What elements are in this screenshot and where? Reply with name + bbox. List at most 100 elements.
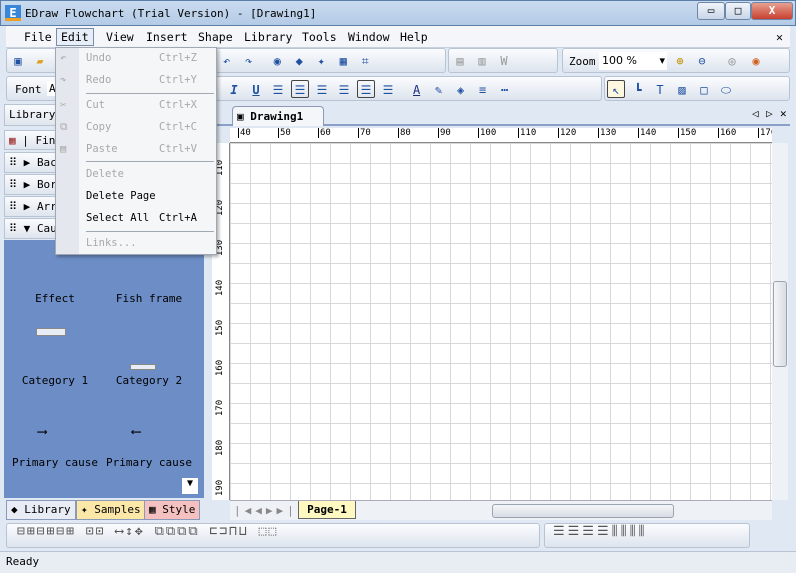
menu-separator <box>86 161 214 162</box>
align-right-icon[interactable]: ☰ <box>313 81 331 99</box>
menu-view[interactable]: View <box>102 30 138 44</box>
cut-icon: ✂ <box>60 99 67 111</box>
document-tabbar: ▣ Drawing1 ◁ ▷ ✕ <box>210 104 790 126</box>
vertical-scroll-thumb[interactable] <box>773 281 787 367</box>
open-icon[interactable]: ▰ <box>31 52 49 70</box>
new-icon[interactable]: ▣ <box>9 52 27 70</box>
shape-category-2[interactable]: Category 2 <box>104 374 194 387</box>
tab-library[interactable]: ◆ Library <box>6 500 76 520</box>
samples-icon[interactable]: ✦ <box>312 52 330 70</box>
font-label: Font <box>15 83 42 96</box>
h-ruler-label: 150 <box>678 128 697 138</box>
zoom-page-icon[interactable]: ◉ <box>747 52 765 70</box>
paste-icon: ▤ <box>60 143 67 155</box>
arrow-right-shape-icon: ⟶ <box>38 424 47 440</box>
rectangle-icon[interactable]: □ <box>695 81 713 99</box>
horizontal-ruler: 40 50 60 70 80 90 100 110 120 130 140 150 160 170 <box>230 128 772 143</box>
tab-style[interactable]: ▦ Style <box>144 500 201 520</box>
shortcut-cut: Ctrl+X <box>159 99 197 111</box>
shape-effect[interactable]: Effect <box>10 292 100 305</box>
undo-icon[interactable]: ↶ <box>218 52 236 70</box>
tab-drawing1[interactable]: ▣ Drawing1 <box>232 106 324 126</box>
h-ruler-label: 40 <box>238 128 251 138</box>
zoom-out-icon[interactable]: ⊖ <box>693 52 711 70</box>
menu-shape[interactable]: Shape <box>194 30 237 44</box>
word-icon[interactable]: W <box>495 52 513 70</box>
chart-icon[interactable]: ▥ <box>473 52 491 70</box>
line-weight-icon[interactable]: ≡ <box>474 81 492 99</box>
menu-library[interactable]: Library <box>240 30 296 44</box>
shape-fish-frame[interactable]: Fish frame <box>104 292 194 305</box>
menu-item-undo: Undo <box>86 52 112 64</box>
fill-color-icon[interactable]: ◈ <box>452 81 470 99</box>
tab-prev-icon[interactable]: ◁ <box>752 107 759 120</box>
tab-close-icon[interactable]: ✕ <box>780 107 787 120</box>
undo-icon: ↶ <box>60 52 67 64</box>
connector-icon[interactable]: ┗ <box>629 81 647 99</box>
mdi-close-icon[interactable]: ✕ <box>772 30 787 44</box>
align-center-icon[interactable]: ☰ <box>291 80 309 98</box>
v-ruler-label: 140 <box>215 279 226 297</box>
ellipse-icon[interactable]: ⬭ <box>717 81 735 99</box>
menu-item-delete-page[interactable]: Delete Page <box>86 190 156 202</box>
redo-icon[interactable]: ↷ <box>240 52 258 70</box>
zoom-fit-icon[interactable]: ◎ <box>723 52 741 70</box>
tab-next-icon[interactable]: ▷ <box>766 107 773 120</box>
font-color-icon[interactable]: A <box>408 81 426 99</box>
page-tab-page-1[interactable]: Page-1 <box>298 501 356 519</box>
h-ruler-label: 160 <box>718 128 737 138</box>
shape-primary-cause-2[interactable]: Primary cause <box>104 456 194 469</box>
menu-separator <box>86 231 214 232</box>
arrange-icons[interactable]: ⊟⊞⊟⊞⊟⊞ ⊡⊡ ⟷↕✥ ⧉⧉⧉⧉ ⊏⊐⊓⊔ ⬚⬚ <box>7 524 278 539</box>
crop-icon[interactable]: ⌗ <box>356 52 374 70</box>
menu-item-select-all[interactable]: Select All <box>86 212 149 224</box>
horizontal-scroll-thumb[interactable] <box>492 504 674 518</box>
panel-menu-button[interactable]: ▼ <box>182 478 198 494</box>
line-color-icon[interactable]: ✎ <box>430 81 448 99</box>
zoom-toolbar: Zoom 100 % ▾ ⊕ ⊖ ◎ ◉ <box>562 48 790 73</box>
tab-samples[interactable]: ✦ Samples <box>76 500 146 520</box>
h-ruler-label: 100 <box>478 128 497 138</box>
library-grid-icon[interactable]: ▦ <box>9 134 16 147</box>
style-icon[interactable]: ▦ <box>334 52 352 70</box>
menu-window[interactable]: Window <box>344 30 394 44</box>
menu-file[interactable]: File <box>20 30 56 44</box>
library-icon[interactable]: ◆ <box>290 52 308 70</box>
status-bar: Ready <box>0 551 796 573</box>
distribute-icons[interactable]: ☰☰☰☰⫼⫼⫼⫼ <box>545 524 648 539</box>
underline-icon[interactable]: U <box>247 81 265 99</box>
text-icon[interactable]: T <box>651 81 669 99</box>
menu-insert[interactable]: Insert <box>142 30 192 44</box>
italic-icon[interactable]: I <box>225 81 243 99</box>
hyperlink-icon[interactable]: ◉ <box>268 52 286 70</box>
image-icon[interactable]: ▨ <box>673 81 691 99</box>
shape-primary-cause[interactable]: Primary cause <box>10 456 100 469</box>
drawing-toolbar: ↖ ┗ T ▨ □ ⬭ <box>604 76 790 101</box>
status-text: Ready <box>6 555 40 568</box>
menu-item-links: Links... <box>86 237 137 249</box>
align-bottom-icon[interactable]: ☰ <box>379 81 397 99</box>
pointer-icon[interactable]: ↖ <box>607 80 625 98</box>
align-middle-icon[interactable]: ☰ <box>357 80 375 98</box>
line-dash-icon[interactable]: ┅ <box>496 81 514 99</box>
vertical-scrollbar[interactable] <box>772 143 788 500</box>
align-left-icon[interactable]: ☰ <box>269 81 287 99</box>
chevron-down-icon: ▾ <box>659 54 665 67</box>
maximize-button[interactable]: □ <box>725 2 751 20</box>
menu-help[interactable]: Help <box>396 30 432 44</box>
library-header-label: Library <box>9 108 56 121</box>
drawing-canvas[interactable] <box>230 143 772 500</box>
zoom-select[interactable]: 100 % ▾ <box>599 52 667 70</box>
menu-edit[interactable]: Edit <box>56 28 94 46</box>
minimize-button[interactable]: ▭ <box>697 2 725 20</box>
zoom-in-icon[interactable]: ⊕ <box>671 52 689 70</box>
h-ruler-label: 50 <box>278 128 291 138</box>
close-button[interactable]: X <box>751 2 793 20</box>
align-top-icon[interactable]: ☰ <box>335 81 353 99</box>
menu-item-paste: Paste <box>86 143 118 155</box>
shape-category-1[interactable]: Category 1 <box>10 374 100 387</box>
excel-icon[interactable]: ▤ <box>451 52 469 70</box>
h-ruler-label: 70 <box>358 128 371 138</box>
menu-tools[interactable]: Tools <box>298 30 341 44</box>
page-nav-icons[interactable]: |◀◀▶▶| <box>234 504 298 517</box>
